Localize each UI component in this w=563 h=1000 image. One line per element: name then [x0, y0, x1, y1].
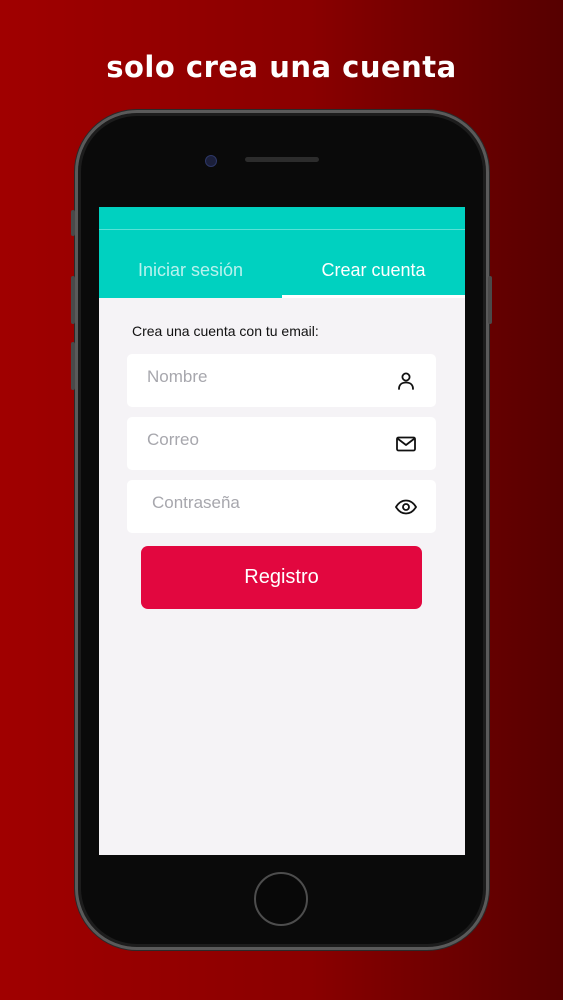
active-tab-indicator	[282, 295, 465, 298]
password-field[interactable]	[127, 476, 436, 533]
email-input[interactable]	[147, 413, 377, 466]
password-input[interactable]	[152, 476, 382, 529]
earpiece-speaker	[245, 157, 319, 162]
phone-volume-down	[71, 342, 75, 390]
form-instruction: Crea una cuenta con tu email:	[132, 323, 319, 339]
phone-power-button	[488, 276, 492, 324]
home-button[interactable]	[254, 872, 308, 926]
mail-icon	[396, 436, 416, 452]
name-input[interactable]	[147, 350, 377, 403]
promo-headline: solo crea una cuenta	[106, 50, 457, 84]
email-field[interactable]	[127, 413, 436, 470]
tab-login[interactable]: Iniciar sesión	[99, 249, 282, 298]
front-camera	[205, 155, 217, 167]
eye-icon[interactable]	[394, 495, 418, 519]
auth-header: Iniciar sesión Crear cuenta	[99, 207, 465, 298]
status-bar-divider	[99, 229, 465, 230]
app-screen: Iniciar sesión Crear cuenta Crea una cue…	[99, 207, 465, 855]
phone-volume-up	[71, 276, 75, 324]
phone-mute-switch	[71, 210, 75, 236]
register-button[interactable]: Registro	[141, 546, 422, 609]
user-icon	[398, 372, 414, 390]
name-field[interactable]	[127, 350, 436, 407]
tab-create-account[interactable]: Crear cuenta	[282, 249, 465, 298]
